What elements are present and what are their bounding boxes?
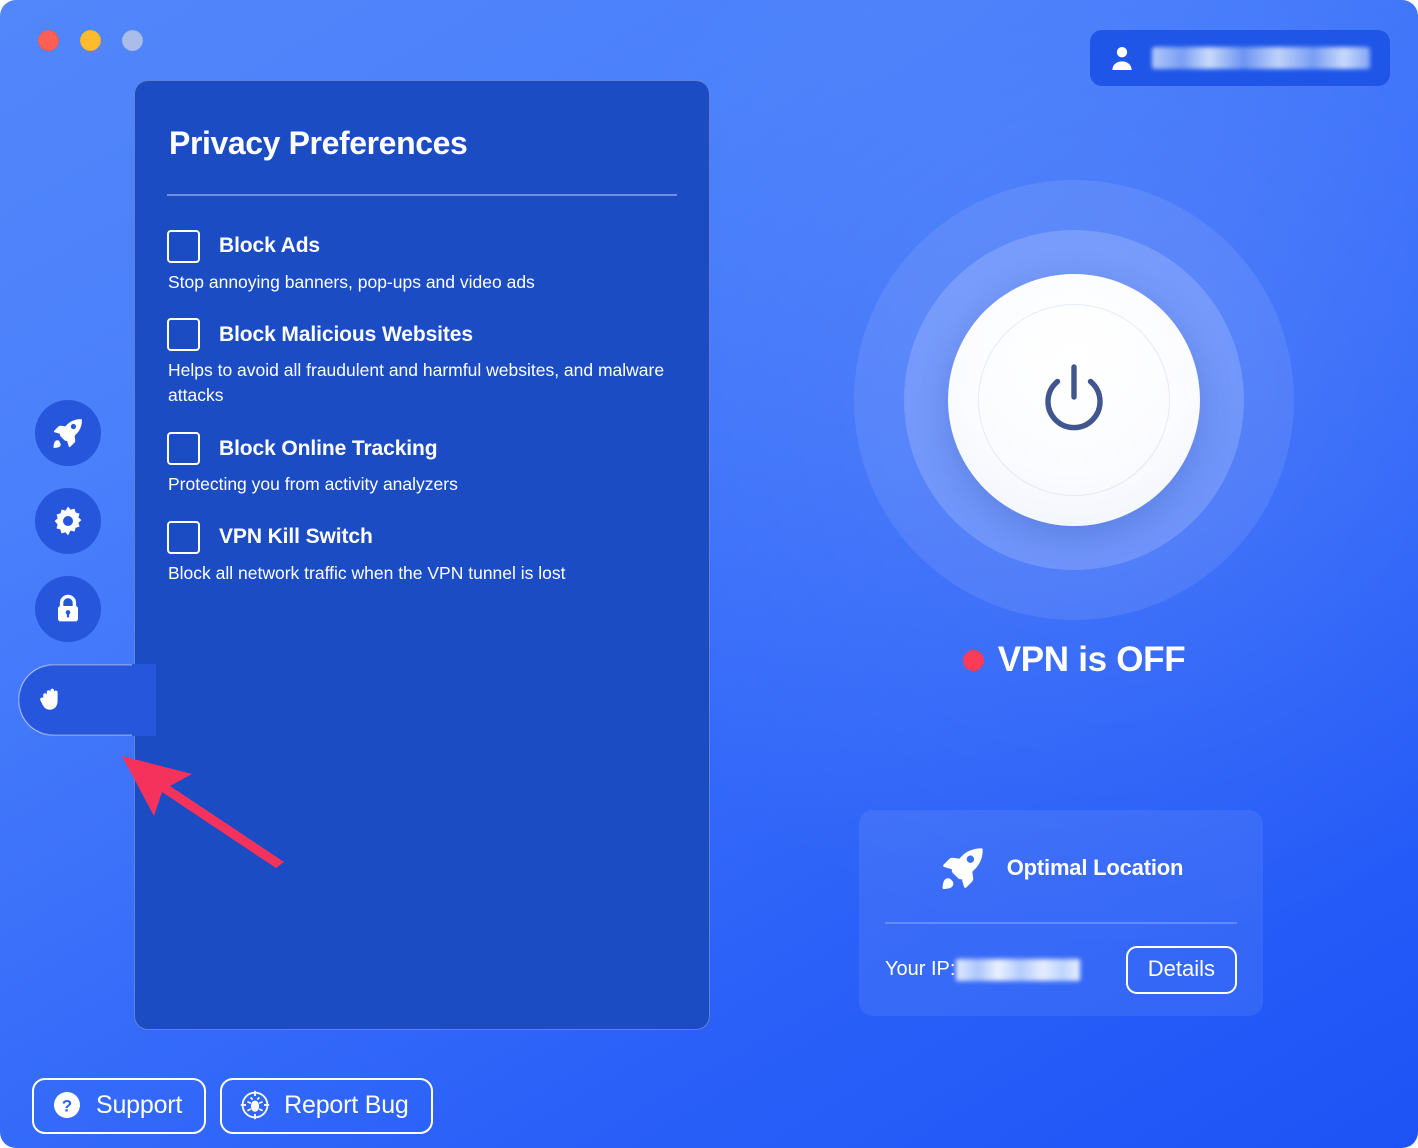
report-bug-button[interactable]: Report Bug <box>220 1078 433 1134</box>
panel-divider <box>167 194 677 196</box>
power-button-rings <box>854 180 1294 620</box>
lock-icon <box>57 594 78 622</box>
support-button-label: Support <box>96 1090 183 1119</box>
vpn-status-text: VPN is OFF <box>997 640 1186 679</box>
preference-description: Block all network traffic when the VPN t… <box>168 562 566 583</box>
account-name-redacted <box>1152 47 1370 69</box>
preferences-list: Block Ads Stop annoying banners, pop-ups… <box>167 229 677 586</box>
svg-text:?: ? <box>62 1097 72 1116</box>
preference-row-block-malicious-websites[interactable]: Block Malicious Websites <box>167 318 677 352</box>
list-item: VPN Kill Switch Block all network traffi… <box>167 520 677 586</box>
checkbox-block-ads[interactable] <box>167 229 200 263</box>
location-card: Optimal Location Your IP: Details <box>859 810 1263 1016</box>
rocket-icon <box>942 848 983 890</box>
preference-description: Helps to avoid all fraudulent and harmfu… <box>168 360 665 406</box>
gear-icon <box>54 506 81 536</box>
status-badge: VPN is OFF <box>730 640 1418 680</box>
details-button[interactable]: Details <box>1125 945 1237 994</box>
preference-description: Protecting you from activity analyzers <box>168 474 458 495</box>
question-mark-icon: ? <box>54 1092 80 1118</box>
status-indicator-dot <box>962 649 984 671</box>
footer-actions: ? Support Report Bug <box>32 1078 433 1134</box>
checkbox-vpn-kill-switch[interactable] <box>167 520 200 554</box>
checkbox-block-malicious-websites[interactable] <box>167 318 200 352</box>
list-item: Block Ads Stop annoying banners, pop-ups… <box>167 229 677 295</box>
report-bug-button-label: Report Bug <box>284 1090 409 1119</box>
sidebar-item-locations[interactable] <box>34 400 101 466</box>
preference-row-block-online-tracking[interactable]: Block Online Tracking <box>167 432 677 466</box>
sidebar-item-settings[interactable] <box>34 488 101 554</box>
connection-area: VPN is OFF Optimal Location Your IP: Det… <box>730 80 1418 1070</box>
bug-target-icon <box>240 1090 270 1120</box>
power-icon <box>1045 364 1103 431</box>
window-controls <box>38 30 143 51</box>
account-button[interactable] <box>1090 30 1390 86</box>
list-item: Block Online Tracking Protecting you fro… <box>167 432 677 497</box>
preference-row-vpn-kill-switch[interactable]: VPN Kill Switch <box>167 520 677 554</box>
preference-label: Block Malicious Websites <box>219 322 473 346</box>
location-name: Optimal Location <box>1006 855 1184 880</box>
minimize-window-button[interactable] <box>80 30 101 51</box>
privacy-preferences-panel: Privacy Preferences Block Ads Stop annoy… <box>134 80 710 1030</box>
preference-row-block-ads[interactable]: Block Ads <box>167 229 677 263</box>
sidebar-rail <box>0 400 156 736</box>
preference-label: Block Ads <box>219 234 321 257</box>
user-icon <box>1112 47 1132 70</box>
optimal-location-button[interactable]: Optimal Location <box>885 844 1237 922</box>
power-toggle-button[interactable] <box>948 274 1200 526</box>
sidebar-item-security[interactable] <box>34 576 101 642</box>
preference-description: Stop annoying banners, pop-ups and video… <box>168 271 535 292</box>
ip-value-redacted <box>956 958 1081 981</box>
maximize-window-button[interactable] <box>122 30 143 51</box>
close-window-button[interactable] <box>38 30 59 51</box>
ip-label: Your IP: <box>885 958 956 980</box>
checkbox-block-online-tracking[interactable] <box>167 432 200 466</box>
preference-label: VPN Kill Switch <box>219 525 373 549</box>
rocket-icon <box>52 419 82 448</box>
sidebar-item-privacy[interactable] <box>17 664 156 736</box>
support-button[interactable]: ? Support <box>32 1078 207 1134</box>
page-title: Privacy Preferences <box>169 125 468 161</box>
list-item: Block Malicious Websites Helps to avoid … <box>167 318 677 408</box>
app-window: Privacy Preferences Block Ads Stop annoy… <box>0 0 1418 1148</box>
hand-icon <box>39 688 58 710</box>
preference-label: Block Online Tracking <box>219 436 438 460</box>
ip-row: Your IP: Details <box>885 924 1237 994</box>
